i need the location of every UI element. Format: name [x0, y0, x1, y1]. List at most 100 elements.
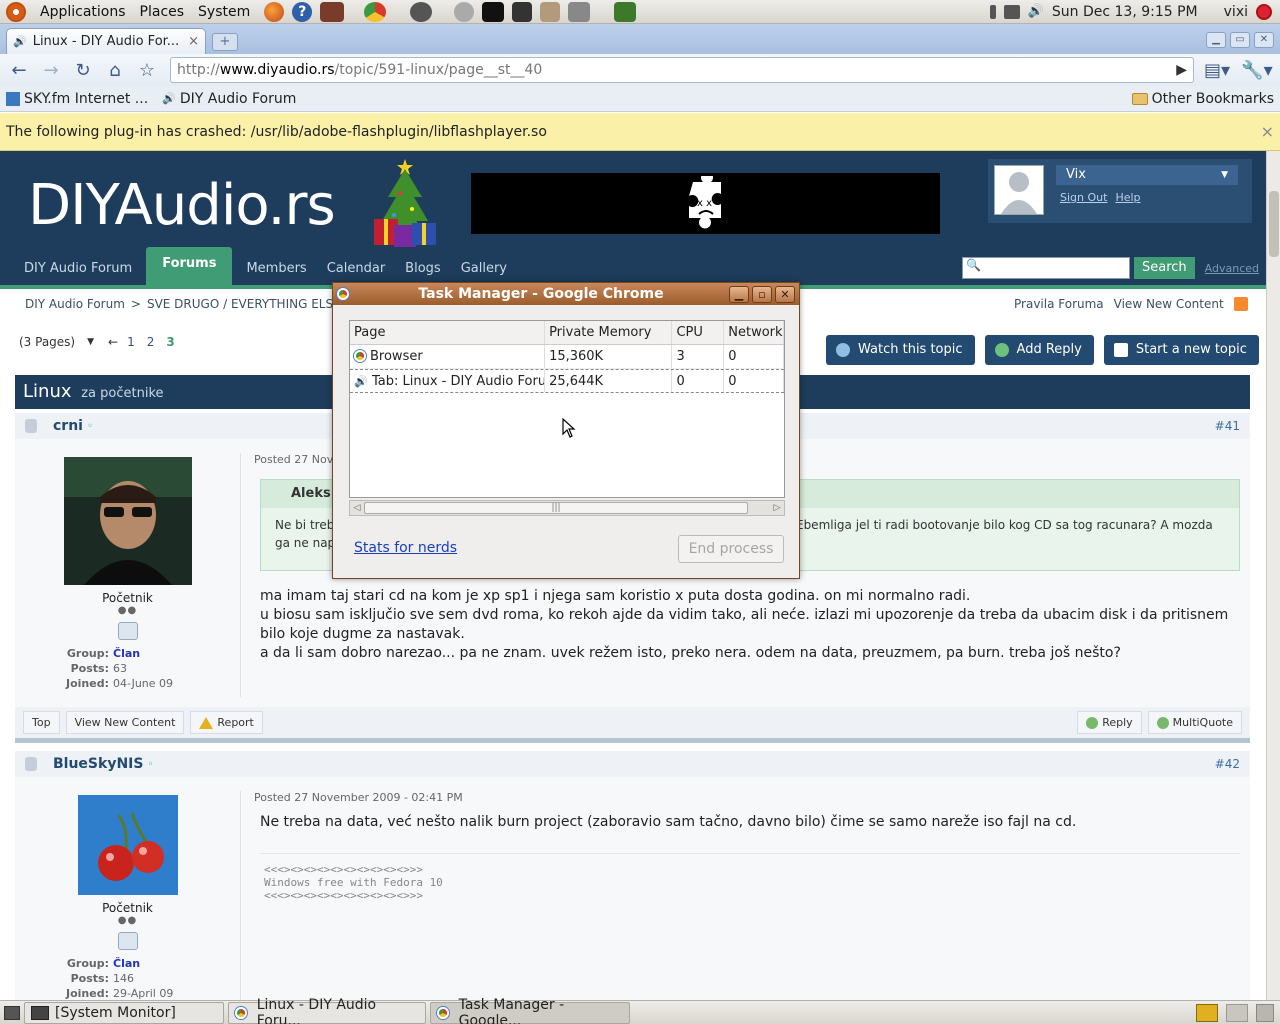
search-button[interactable]: Search [1134, 257, 1195, 279]
user-avatar[interactable] [994, 165, 1044, 215]
tab-linux-diy-audio[interactable]: 🔊 Linux - DIY Audio For... × [6, 28, 206, 54]
page-count[interactable]: (3 Pages) [19, 335, 75, 349]
post-number[interactable]: #42 [1215, 757, 1240, 771]
scrollbar-thumb[interactable] [1269, 191, 1279, 257]
taskbar-system-monitor[interactable]: [System Monitor] [24, 1001, 224, 1024]
prev-page-icon[interactable]: ← [108, 335, 118, 349]
report-button[interactable]: Report [190, 711, 263, 734]
wrench-menu-icon[interactable]: 🔧▾ [1240, 57, 1274, 83]
forward-icon[interactable]: → [38, 57, 64, 83]
user-avatar[interactable] [77, 795, 178, 895]
column-private-memory[interactable]: Private Memory [545, 321, 673, 344]
post-number[interactable]: #41 [1215, 419, 1240, 433]
multiquote-button[interactable]: MultiQuote [1147, 711, 1242, 734]
close-icon[interactable]: ✕ [775, 285, 795, 303]
profile-link-icon[interactable]: ◦ [147, 759, 153, 770]
horizontal-scrollbar[interactable]: ◁ ||| ▷ [349, 500, 785, 516]
show-desktop-icon[interactable] [4, 1005, 20, 1020]
infobar-close-icon[interactable]: × [1261, 122, 1274, 141]
scrollbar-thumb[interactable]: ||| [364, 502, 748, 514]
terminal-launcher-icon[interactable] [512, 1, 533, 22]
forum-rules-link[interactable]: Pravila Foruma [1014, 297, 1104, 311]
nav-calendar[interactable]: Calendar [317, 253, 395, 285]
back-icon[interactable]: ← [6, 57, 32, 83]
nav-diy-audio-forum[interactable]: DIY Audio Forum [14, 253, 142, 285]
top-button[interactable]: Top [23, 711, 60, 734]
maximize-icon[interactable]: ▫ [752, 285, 772, 303]
column-page[interactable]: Page [350, 321, 546, 344]
task-manager-titlebar[interactable]: Task Manager - Google Chrome ▁ ▫ ✕ [333, 283, 799, 305]
page-jump-chevron-icon[interactable]: ▼ [87, 337, 94, 347]
scroll-right-icon[interactable]: ▷ [770, 501, 784, 515]
table-row[interactable]: Browser 15,360K 3 0 [350, 345, 784, 369]
view-new-content-button[interactable]: View New Content [65, 711, 185, 734]
close-window-icon[interactable]: ✕ [1254, 32, 1274, 48]
nav-blogs[interactable]: Blogs [395, 253, 451, 285]
maximize-icon[interactable]: ▭ [1230, 32, 1250, 48]
network-launcher-icon[interactable] [568, 1, 591, 22]
rss-icon[interactable] [1233, 297, 1248, 311]
view-new-content-link[interactable]: View New Content [1114, 297, 1224, 311]
add-reply-button[interactable]: Add Reply [984, 335, 1094, 365]
end-process-button[interactable]: End process [678, 535, 784, 563]
search-input[interactable]: 🔍 [962, 257, 1130, 279]
page-2-link[interactable]: 2 [144, 335, 158, 349]
trash-icon[interactable] [1256, 1003, 1274, 1022]
help-launcher-icon[interactable]: ? [292, 1, 313, 22]
taskbar-chrome-diy-audio[interactable]: Linux - DIY Audio Foru... [228, 997, 426, 1024]
minimize-icon[interactable]: ▁ [729, 285, 749, 303]
send-message-icon[interactable] [117, 932, 138, 950]
new-topic-button[interactable]: Start a new topic [1103, 335, 1259, 365]
workspace-switcher[interactable] [1226, 1003, 1248, 1022]
user-name[interactable]: vixi [1224, 4, 1248, 20]
volume-icon[interactable]: 🔊 [1028, 4, 1044, 19]
reload-icon[interactable]: ↻ [70, 57, 96, 83]
nav-members[interactable]: Members [236, 253, 316, 285]
breadcrumb-category[interactable]: SVE DRUGO / EVERYTHING ELSE [147, 297, 341, 311]
column-cpu[interactable]: CPU [672, 321, 725, 344]
sysmon-launcher-icon[interactable] [614, 1, 637, 22]
bookmark-diy-audio-forum[interactable]: 🔊 DIY Audio Forum [162, 91, 296, 107]
notification-icon[interactable] [1196, 1003, 1218, 1022]
advanced-search-link[interactable]: Advanced [1205, 262, 1259, 275]
page-menu-icon[interactable]: ▤▾ [1200, 57, 1234, 83]
other-bookmarks[interactable]: Other Bookmarks [1131, 91, 1274, 107]
network-tray-icon[interactable] [989, 4, 996, 19]
table-row[interactable]: 🔊 Tab: Linux - DIY Audio Forum 25,644K 0 … [350, 369, 784, 393]
new-tab-button[interactable]: + [212, 33, 238, 51]
post-author[interactable]: BlueSkyNIS [53, 756, 143, 772]
stats-for-nerds-link[interactable]: Stats for nerds [354, 540, 457, 556]
camera-launcher-icon[interactable] [482, 1, 505, 22]
monitor-launcher-icon[interactable] [320, 1, 345, 22]
shutdown-icon[interactable] [1256, 3, 1272, 20]
tab-close-icon[interactable]: × [188, 34, 199, 49]
user-menu[interactable]: Vix ▼ [1056, 165, 1238, 185]
page-scrollbar[interactable] [1266, 151, 1280, 1000]
users-launcher-icon[interactable] [540, 1, 561, 22]
menu-applications[interactable]: Applications [40, 4, 126, 20]
address-bar[interactable]: http://www.diyaudio.rs/topic/591-linux/p… [170, 57, 1194, 83]
podcast-launcher-icon[interactable] [454, 1, 475, 22]
help-link[interactable]: Help [1115, 191, 1140, 204]
site-logo[interactable]: DIYAudio.rs [28, 173, 336, 238]
watch-topic-button[interactable]: Watch this topic [826, 335, 975, 365]
firefox-launcher-icon[interactable] [264, 1, 285, 22]
user-avatar[interactable] [63, 457, 192, 585]
sign-out-link[interactable]: Sign Out [1060, 191, 1107, 204]
menu-system[interactable]: System [198, 4, 250, 20]
bookmark-star-icon[interactable]: ☆ [134, 57, 160, 83]
profile-link-icon[interactable]: ◦ [87, 421, 93, 432]
breadcrumb-home[interactable]: DIY Audio Forum [25, 297, 125, 311]
clock[interactable]: Sun Dec 13, 9:15 PM [1052, 4, 1198, 20]
shield-launcher-icon[interactable] [410, 1, 433, 22]
reply-button[interactable]: Reply [1077, 711, 1142, 734]
column-network[interactable]: Network [724, 321, 784, 344]
home-icon[interactable]: ⌂ [102, 57, 128, 83]
bookmark-skyfm[interactable]: SKY.fm Internet ... [6, 91, 148, 107]
scroll-left-icon[interactable]: ◁ [350, 501, 364, 515]
minimize-icon[interactable]: ▁ [1206, 32, 1226, 48]
nav-forums[interactable]: Forums [146, 247, 233, 285]
post-author[interactable]: crni [53, 418, 83, 434]
send-message-icon[interactable] [117, 622, 138, 640]
taskbar-task-manager[interactable]: Task Manager - Google... [430, 997, 630, 1024]
